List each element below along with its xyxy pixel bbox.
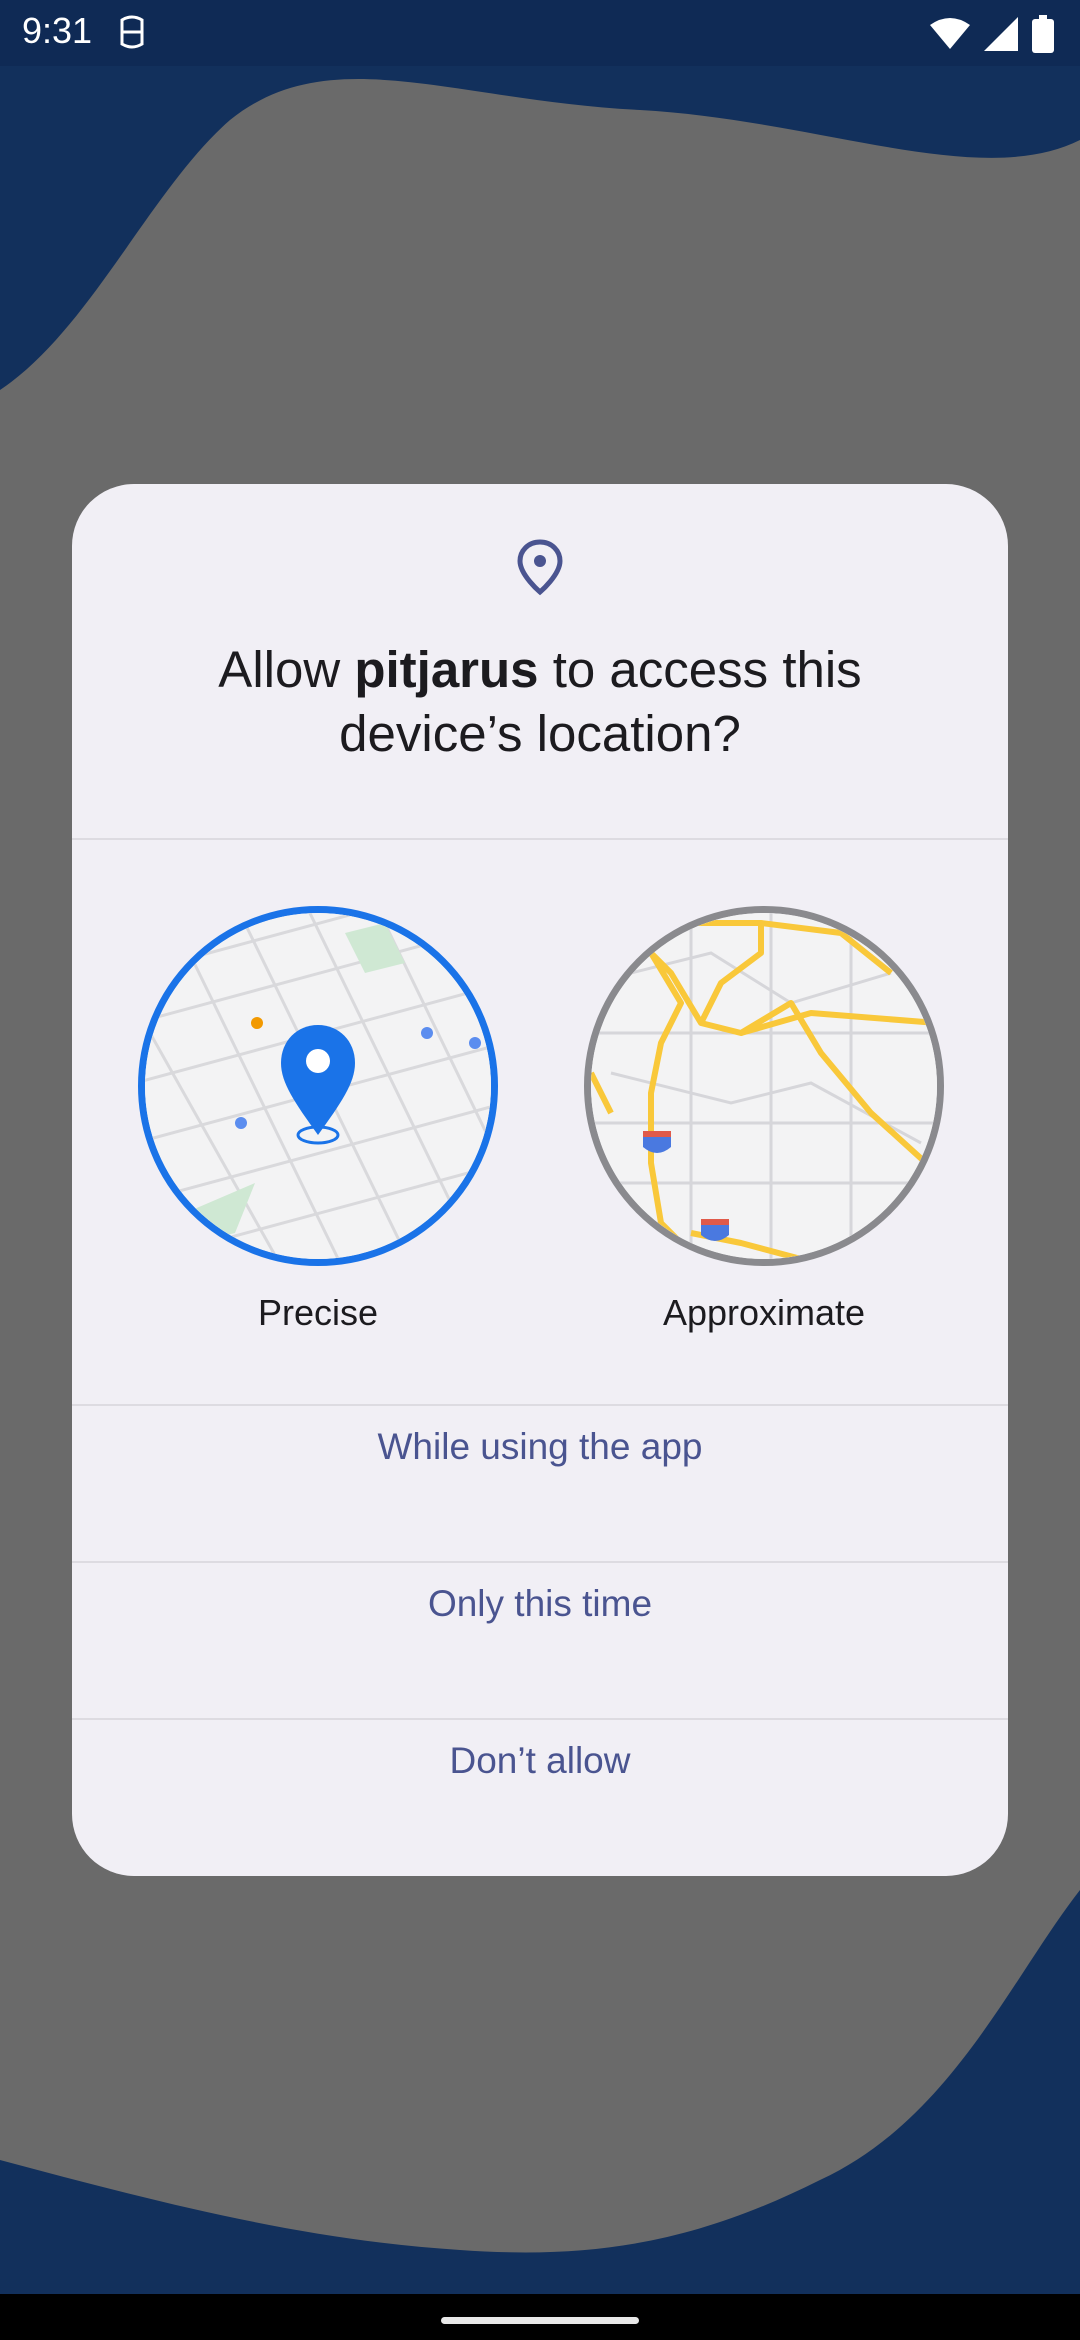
approximate-label: Approximate <box>662 1292 866 1333</box>
location-permission-dialog: Allow pitjarus to access this device’s l… <box>72 484 1008 1876</box>
precise-map <box>138 906 498 1266</box>
precise-option[interactable]: Precise <box>138 906 498 1334</box>
dont-allow-button[interactable]: Don’t allow <box>72 1740 1008 1854</box>
title-prefix: Allow <box>218 641 355 698</box>
divider <box>72 1718 1008 1720</box>
app-name: pitjarus <box>354 641 539 698</box>
wifi-icon <box>930 18 970 49</box>
debug-icon <box>120 15 144 49</box>
divider <box>72 1404 1008 1406</box>
precise-label: Precise <box>257 1292 379 1333</box>
divider <box>72 838 1008 840</box>
location-pin-icon <box>517 539 563 596</box>
only-this-time-button[interactable]: Only this time <box>72 1583 1008 1697</box>
signal-icon <box>984 17 1018 51</box>
battery-icon <box>1032 15 1054 53</box>
precise-map-graphic <box>145 913 491 1259</box>
status-time: 9:31 <box>22 10 93 51</box>
dialog-title: Allow pitjarus to access this device’s l… <box>132 638 948 766</box>
divider <box>72 1561 1008 1563</box>
home-gesture-handle[interactable] <box>441 2317 639 2324</box>
approximate-map-graphic <box>591 913 937 1259</box>
approximate-option[interactable]: Approximate <box>584 906 944 1334</box>
approximate-map <box>584 906 944 1266</box>
while-using-app-button[interactable]: While using the app <box>72 1426 1008 1540</box>
status-bar: 9:31 <box>0 0 1080 66</box>
